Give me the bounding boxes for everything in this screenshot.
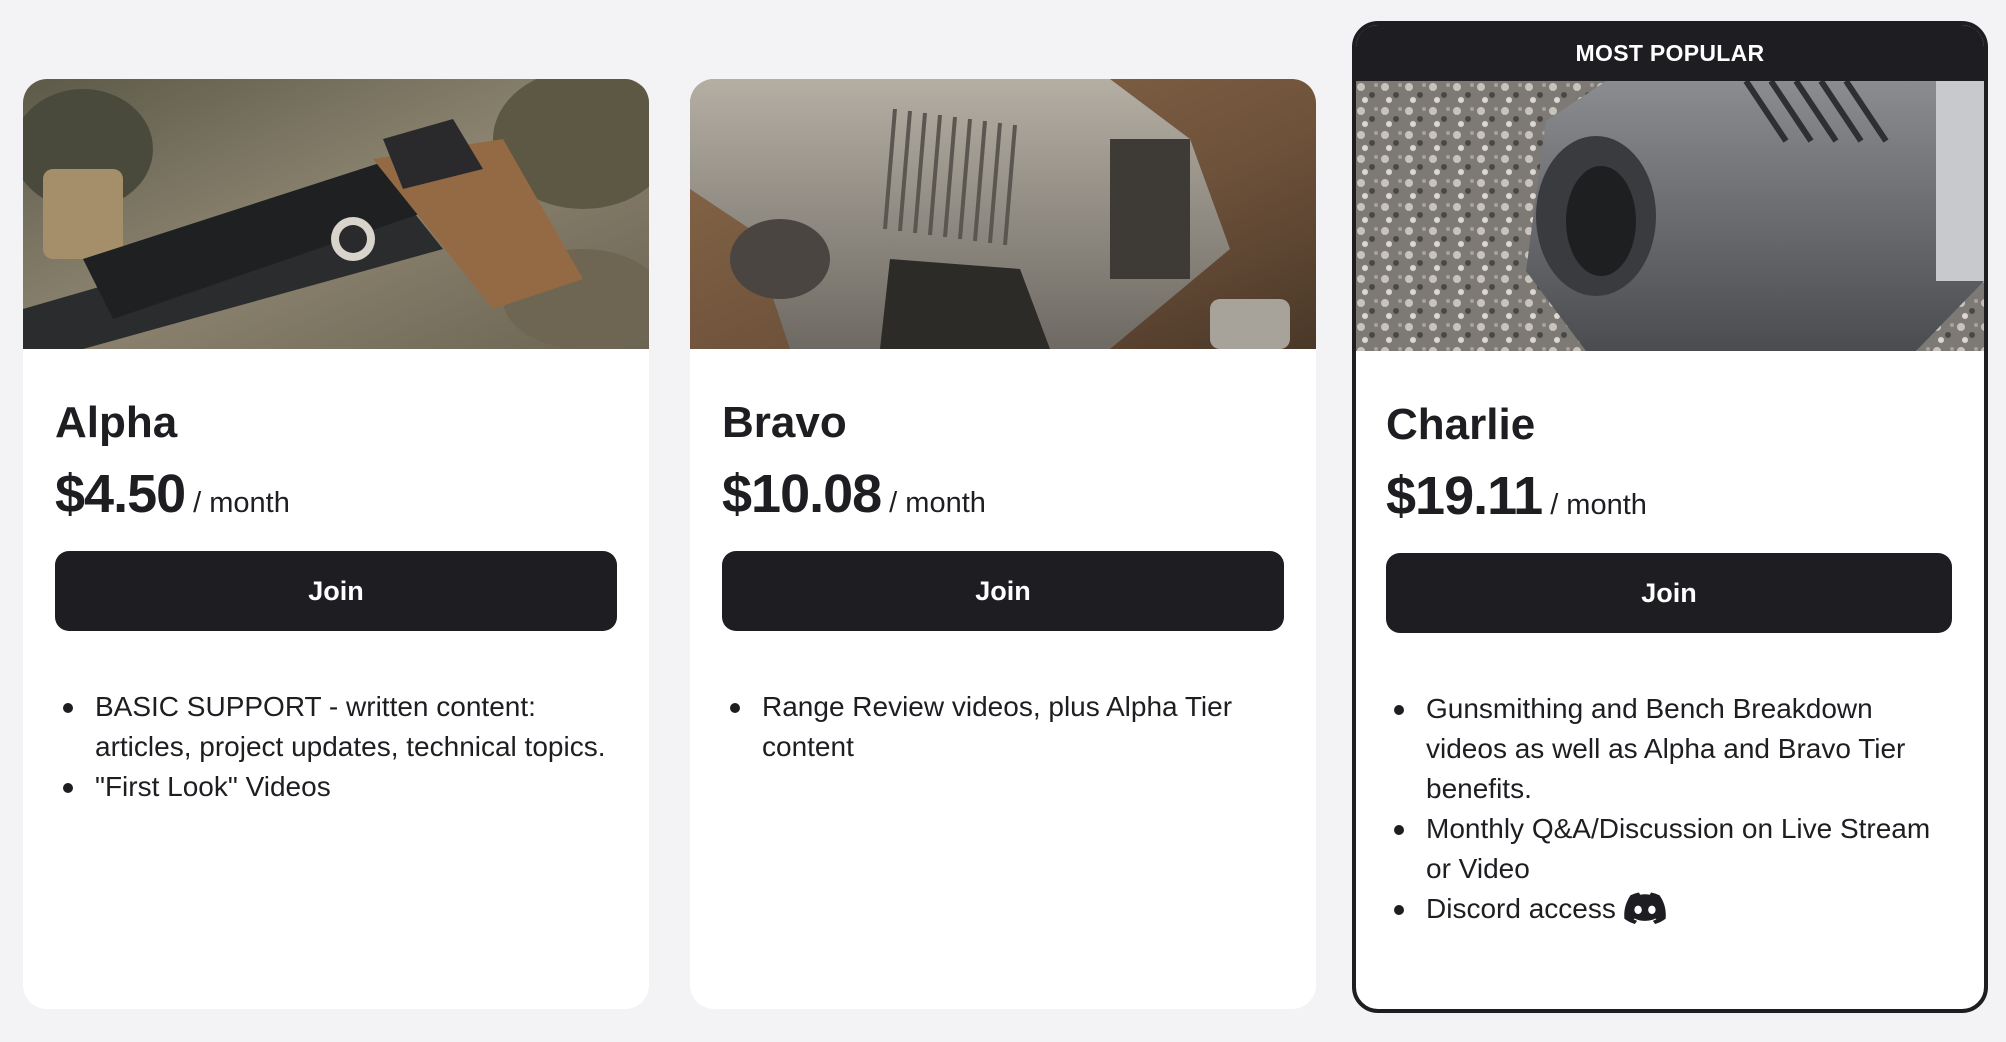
tier-name: Bravo [722, 398, 847, 447]
tier-image-charlie [1356, 81, 1984, 351]
benefit-item: BASIC SUPPORT - written content: article… [55, 687, 617, 767]
tier-card-alpha: Alpha $4.50 / month Join BASIC SUPPORT -… [23, 79, 649, 1009]
tier-name: Charlie [1386, 400, 1536, 449]
tier-name: Alpha [55, 398, 178, 447]
tier-period: / month [1550, 489, 1647, 521]
price-row: $4.50 / month [55, 467, 617, 521]
benefit-item: Gunsmithing and Bench Breakdown videos a… [1386, 689, 1952, 809]
benefit-item: Range Review videos, plus Alpha Tier con… [722, 687, 1284, 767]
benefit-item: Discord access [1386, 889, 1952, 929]
discord-icon [1624, 892, 1666, 924]
join-button-charlie[interactable]: Join [1386, 553, 1952, 633]
tier-price: $19.11 [1386, 466, 1543, 526]
benefit-item: "First Look" Videos [55, 767, 617, 807]
tier-card-bravo: Bravo $10.08 / month Join Range Review v… [690, 79, 1316, 1009]
benefits-list: BASIC SUPPORT - written content: article… [55, 687, 617, 807]
most-popular-badge: MOST POPULAR [1356, 25, 1984, 81]
tier-card-charlie: MOST POPULAR Charlie $19.11 / month Join… [1352, 21, 1988, 1013]
tier-period: / month [889, 487, 986, 519]
tier-price: $4.50 [55, 464, 186, 524]
tier-image-alpha [23, 79, 649, 349]
join-button-alpha[interactable]: Join [55, 551, 617, 631]
benefits-list: Range Review videos, plus Alpha Tier con… [722, 687, 1284, 767]
tier-image-bravo [690, 79, 1316, 349]
price-row: $19.11 / month [1386, 469, 1952, 523]
join-button-bravo[interactable]: Join [722, 551, 1284, 631]
tier-price: $10.08 [722, 464, 882, 524]
benefit-text: Discord access [1426, 893, 1616, 924]
price-row: $10.08 / month [722, 467, 1284, 521]
tier-period: / month [193, 487, 290, 519]
benefit-item: Monthly Q&A/Discussion on Live Stream or… [1386, 809, 1952, 889]
benefits-list: Gunsmithing and Bench Breakdown videos a… [1386, 689, 1952, 929]
